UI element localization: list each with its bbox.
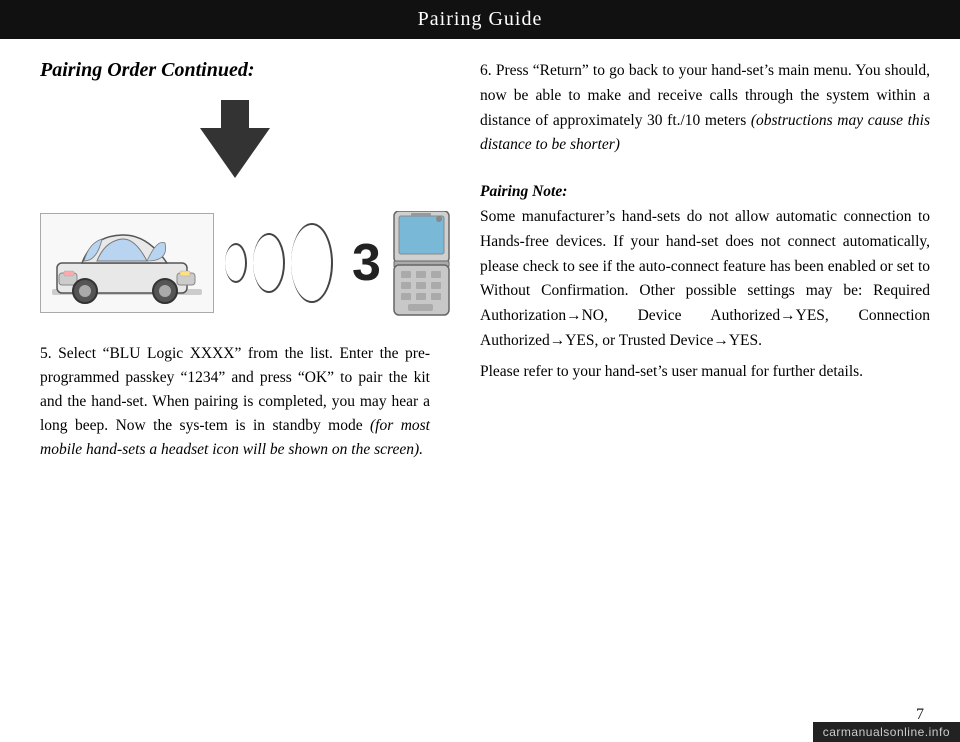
left-column: Pairing Order Continued: [0, 39, 460, 737]
step-number-badge: 3 [352, 233, 381, 293]
wave-3 [291, 223, 333, 303]
header-title: Pairing Guide [418, 8, 543, 30]
car-svg [47, 221, 207, 306]
right-top-text: 6. Press “Return” to go back to your han… [480, 59, 930, 158]
sound-waves-icon [222, 223, 336, 303]
pairing-note: Pairing Note: Some manufacturer’s hand-s… [480, 180, 930, 384]
page-header: Pairing Guide [0, 0, 960, 39]
section-title: Pairing Order Continued: [40, 59, 430, 82]
pairing-note-title: Pairing Note: [480, 180, 930, 205]
arrow-down-container [40, 100, 430, 178]
pairing-note-body: Some manufacturer’s hand-sets do not all… [480, 205, 930, 354]
arrow-down-icon [200, 100, 270, 178]
illustration-row: 3 [40, 208, 430, 318]
phone-svg [389, 211, 454, 316]
pairing-note-body-2: Please refer to your hand-set’s user man… [480, 360, 930, 385]
car-image [40, 213, 214, 313]
wave-1 [225, 243, 247, 283]
phone-image [389, 208, 454, 318]
left-body-text: 5. Select “BLU Logic XXXX” from the list… [40, 342, 430, 462]
main-content: Pairing Order Continued: [0, 39, 960, 737]
right-column: 6. Press “Return” to go back to your han… [460, 39, 960, 737]
brand-watermark: carmanualsonline.info [813, 722, 960, 742]
wave-2 [253, 233, 285, 293]
